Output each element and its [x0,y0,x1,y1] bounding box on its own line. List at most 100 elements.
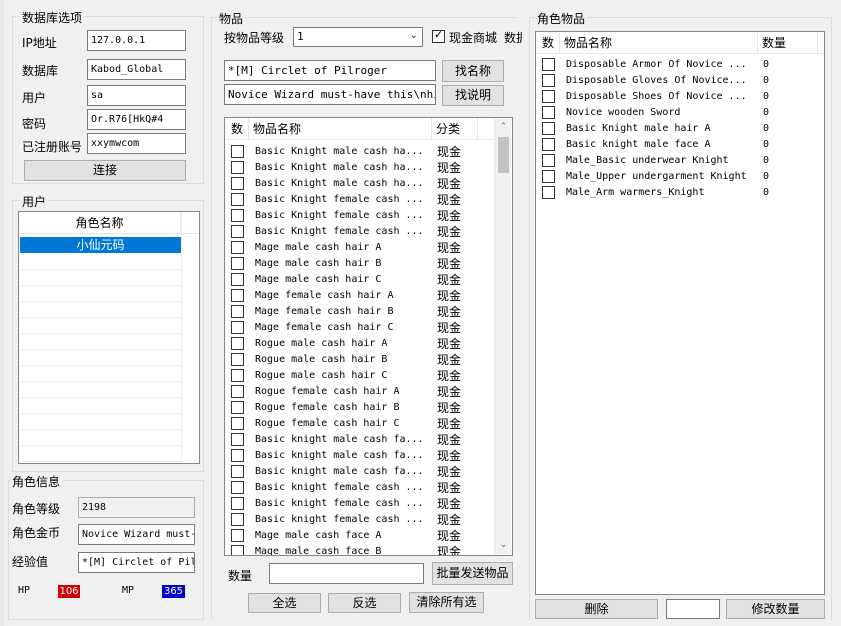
gold-field[interactable]: Novice Wizard must-have this\nhigh [78,524,195,545]
character-item-checkbox[interactable] [542,106,555,119]
database-field[interactable]: Kabod_Global [87,59,186,80]
item-row-checkbox[interactable] [231,305,244,318]
modify-qty-button[interactable]: 修改数量 [726,599,825,619]
clear-all-button[interactable]: 清除所有选 [409,592,484,613]
char-items-column-count[interactable]: 数 [536,32,560,54]
character-item-checkbox[interactable] [542,90,555,103]
item-row[interactable]: Basic Knight female cash ... 现金 [225,192,494,208]
scroll-down-icon[interactable]: ⌄ [495,537,512,554]
item-row-checkbox[interactable] [231,321,244,334]
item-row[interactable]: Basic knight female cash ... 现金 [225,480,494,496]
items-column-category[interactable]: 分类 [432,118,478,140]
item-row-checkbox[interactable] [231,337,244,350]
users-column-name[interactable]: 角色名称 [19,212,181,234]
item-row-checkbox[interactable] [231,177,244,190]
item-row-checkbox[interactable] [231,209,244,222]
item-row[interactable]: Basic Knight female cash ... 现金 [225,224,494,240]
character-item-row[interactable]: Basic Knight male hair A 0 [536,121,824,137]
item-row[interactable]: Basic Knight female cash ... 现金 [225,208,494,224]
char-items-column-name[interactable]: 物品名称 [560,32,758,54]
qty-field[interactable] [269,563,424,584]
item-row-checkbox[interactable] [231,529,244,542]
ip-field[interactable]: 127.0.0.1 [87,30,186,51]
item-row[interactable]: Mage male cash face B 现金 [225,544,494,555]
find-name-button[interactable]: 找名称 [442,60,504,82]
item-row-checkbox[interactable] [231,417,244,430]
item-row-checkbox[interactable] [231,545,244,555]
item-row-checkbox[interactable] [231,353,244,366]
item-row-checkbox[interactable] [231,145,244,158]
name-search-field[interactable]: *[M] Circlet of Pilroger [224,60,436,81]
character-item-checkbox[interactable] [542,74,555,87]
item-row[interactable]: Mage female cash hair A 现金 [225,288,494,304]
character-item-row[interactable]: Male_Arm warmers_Knight 0 [536,185,824,201]
item-row[interactable]: Rogue female cash hair B 现金 [225,400,494,416]
item-row[interactable]: Basic knight male cash fa... 现金 [225,432,494,448]
character-item-checkbox[interactable] [542,186,555,199]
item-row-checkbox[interactable] [231,481,244,494]
item-row-checkbox[interactable] [231,273,244,286]
character-item-row[interactable]: Basic knight male face A 0 [536,137,824,153]
scroll-up-icon[interactable]: ⌃ [495,119,512,136]
item-row[interactable]: Rogue male cash hair B 现金 [225,352,494,368]
level-field[interactable]: 2198 [78,497,195,518]
level-filter-dropdown[interactable]: 1 ⌄ [293,27,423,47]
character-item-checkbox[interactable] [542,154,555,167]
qty-edit-field[interactable] [666,599,720,619]
item-row-checkbox[interactable] [231,401,244,414]
item-row-checkbox[interactable] [231,241,244,254]
item-row[interactable]: Basic knight female cash ... 现金 [225,512,494,528]
cash-shop-checkbox[interactable]: ✓ [432,28,445,43]
item-row[interactable]: Mage male cash face A 现金 [225,528,494,544]
item-row-checkbox[interactable] [231,433,244,446]
item-row[interactable]: Basic Knight male cash ha... 现金 [225,160,494,176]
item-row-checkbox[interactable] [231,225,244,238]
item-row[interactable]: Rogue female cash hair A 现金 [225,384,494,400]
item-row-checkbox[interactable] [231,289,244,302]
item-row[interactable]: Basic knight male cash fa... 现金 [225,448,494,464]
item-row-checkbox[interactable] [231,465,244,478]
character-item-row[interactable]: Disposable Gloves Of Novice... 0 [536,73,824,89]
item-row-checkbox[interactable] [231,497,244,510]
character-item-checkbox[interactable] [542,138,555,151]
invert-selection-button[interactable]: 反选 [328,593,401,613]
exp-field[interactable]: *[M] Circlet of Pilroger [78,552,195,573]
item-row-checkbox[interactable] [231,161,244,174]
password-field[interactable]: Or.R76[HkQ#4 [87,109,186,130]
registered-account-field[interactable]: xxymwcom [87,133,186,154]
item-row-checkbox[interactable] [231,369,244,382]
item-row[interactable]: Rogue male cash hair A 现金 [225,336,494,352]
character-item-row[interactable]: Disposable Shoes Of Novice ... 0 [536,89,824,105]
items-scrollbar[interactable]: ⌃ ⌄ [494,119,511,554]
users-row[interactable]: 小仙元码 [20,237,181,253]
item-row[interactable]: Basic knight female cash ... 现金 [225,496,494,512]
delete-button[interactable]: 删除 [535,599,658,619]
find-desc-button[interactable]: 找说明 [442,85,504,106]
items-column-name[interactable]: 物品名称 [249,118,432,140]
desc-search-field[interactable]: Novice Wizard must-have this\nhigh [224,84,436,105]
item-row[interactable]: Basic Knight male cash ha... 现金 [225,144,494,160]
item-row-checkbox[interactable] [231,513,244,526]
item-row-checkbox[interactable] [231,257,244,270]
character-item-checkbox[interactable] [542,170,555,183]
character-item-row[interactable]: Disposable Armor Of Novice ... 0 [536,57,824,73]
character-item-row[interactable]: Novice wooden Sword 0 [536,105,824,121]
item-row[interactable]: Basic knight male cash fa... 现金 [225,464,494,480]
character-item-checkbox[interactable] [542,122,555,135]
select-all-button[interactable]: 全选 [248,593,321,613]
item-row[interactable]: Mage female cash hair C 现金 [225,320,494,336]
character-item-row[interactable]: Male_Basic underwear Knight 0 [536,153,824,169]
user-field[interactable]: sa [87,85,186,106]
character-item-checkbox[interactable] [542,58,555,71]
item-row-checkbox[interactable] [231,385,244,398]
bulk-send-button[interactable]: 批量发送物品 [432,562,513,585]
item-row[interactable]: Rogue female cash hair C 现金 [225,416,494,432]
character-item-row[interactable]: Male_Upper undergarment Knight 0 [536,169,824,185]
item-row[interactable]: Mage female cash hair B 现金 [225,304,494,320]
char-items-column-qty[interactable]: 数量 [758,32,818,54]
item-row[interactable]: Rogue male cash hair C 现金 [225,368,494,384]
connect-button[interactable]: 连接 [24,160,186,181]
item-row-checkbox[interactable] [231,449,244,462]
items-scrollbar-thumb[interactable] [498,137,509,173]
item-row[interactable]: Mage male cash hair C 现金 [225,272,494,288]
